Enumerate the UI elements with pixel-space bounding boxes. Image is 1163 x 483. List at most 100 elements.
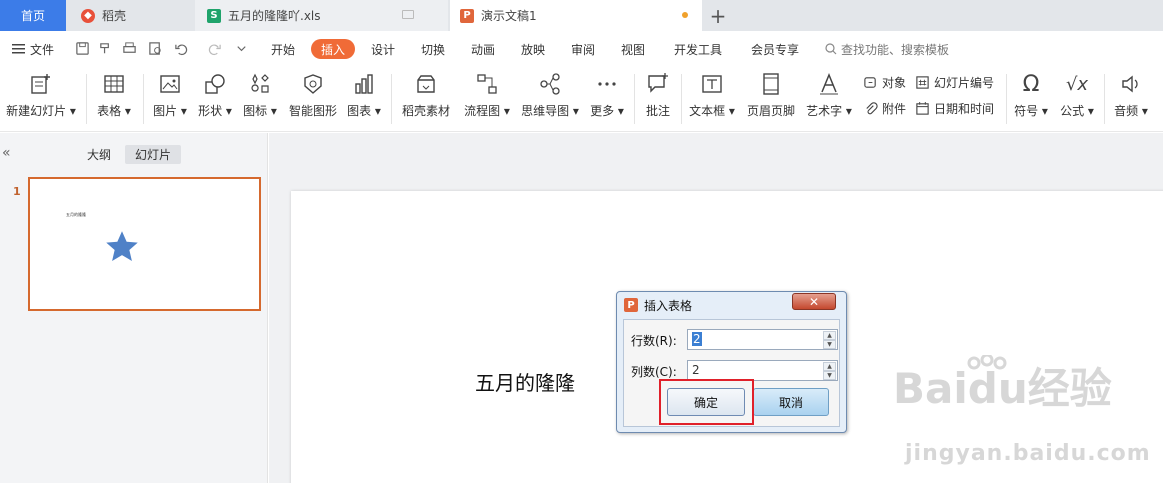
attachment-button[interactable]: 附件 xyxy=(862,97,906,119)
calendar-icon xyxy=(915,101,929,115)
rows-spinner[interactable]: 2 ▲ ▼ xyxy=(687,329,838,350)
menu-review[interactable]: 审阅 xyxy=(566,39,600,59)
icon-label: 图标 xyxy=(243,104,268,118)
datetime-button[interactable]: 日期和时间 xyxy=(914,97,994,119)
tab-home[interactable]: 首页 xyxy=(0,0,66,31)
print-preview-icon[interactable] xyxy=(148,41,163,56)
smart-graphic-button[interactable]: 智能图形 xyxy=(287,70,339,126)
tab-presentation[interactable]: P 演示文稿1 xyxy=(450,0,702,31)
baidu-watermark-url: jingyan.baidu.com xyxy=(905,441,1151,466)
menu-review-label: 审阅 xyxy=(570,42,595,57)
comment-label: 批注 xyxy=(645,104,670,118)
menu-insert[interactable]: 插入 xyxy=(311,39,355,59)
collapse-panel-icon[interactable]: « xyxy=(2,145,11,161)
audio-label: 音频 xyxy=(1114,104,1139,118)
more-label: 更多 xyxy=(590,104,615,118)
close-button[interactable]: ✕ xyxy=(792,293,836,310)
header-footer-label: 页眉页脚 xyxy=(746,104,795,118)
header-footer-icon xyxy=(763,73,779,95)
slide-number-label: 幻灯片编号 xyxy=(934,75,995,90)
chart-button[interactable]: 图表 ▾ xyxy=(345,70,383,126)
print-icon[interactable] xyxy=(122,41,137,56)
tab-daoke[interactable]: ◆ 稻壳 xyxy=(67,0,193,31)
format-painter-icon[interactable] xyxy=(98,41,113,56)
slide-text[interactable]: 五月的隆隆 xyxy=(475,367,575,396)
menu-design[interactable]: 设计 xyxy=(366,39,400,59)
customize-dropdown-icon[interactable] xyxy=(234,41,249,56)
icons-library-icon xyxy=(251,73,269,93)
table-label: 表格 xyxy=(97,104,122,118)
picture-button[interactable]: 图片 ▾ xyxy=(150,70,190,126)
table-icon xyxy=(104,75,124,93)
shape-label: 形状 xyxy=(198,104,223,118)
object-button[interactable]: 对象 xyxy=(862,71,906,93)
hamburger-icon xyxy=(11,44,25,54)
menu-developer[interactable]: 开发工具 xyxy=(668,39,728,59)
formula-button[interactable]: √x 公式 ▾ xyxy=(1058,70,1096,126)
object-icon xyxy=(863,76,876,88)
rows-down-icon[interactable]: ▼ xyxy=(823,340,836,349)
slide-number-button[interactable]: 幻灯片编号 xyxy=(914,71,994,93)
menu-slideshow[interactable]: 放映 xyxy=(516,39,550,59)
search-box[interactable]: 查找功能、搜索模板 xyxy=(825,39,965,59)
mindmap-button[interactable]: 思维导图 ▾ xyxy=(520,70,580,126)
menu-start[interactable]: 开始 xyxy=(266,39,300,59)
save-icon[interactable] xyxy=(75,41,90,56)
cols-label: 列数(C): xyxy=(631,365,677,379)
wps-presentation-window: 首页 ◆ 稻壳 S 五月的隆隆吖.xls P 演示文稿1 + 文件 开始 插入 xyxy=(0,0,1163,483)
slide-thumbnail[interactable]: 五月的隆隆 xyxy=(28,177,261,311)
tab-xls-file[interactable]: S 五月的隆隆吖.xls xyxy=(195,0,448,31)
cancel-button[interactable]: 取消 xyxy=(753,388,829,416)
comment-button[interactable]: 批注 xyxy=(640,70,676,126)
chart-icon xyxy=(355,74,373,94)
tab-home-label: 首页 xyxy=(20,9,45,23)
audio-button[interactable]: 音频 ▾ xyxy=(1112,70,1150,126)
header-footer-button[interactable]: 页眉页脚 xyxy=(745,70,797,126)
menu-member[interactable]: 会员专享 xyxy=(745,39,805,59)
menu-member-label: 会员专享 xyxy=(750,42,799,57)
monitor-icon[interactable] xyxy=(402,10,414,19)
daoke-material-button[interactable]: 稻壳素材 xyxy=(400,70,452,126)
new-slide-button[interactable]: 新建幻灯片 ▾ xyxy=(6,70,76,126)
menu-view[interactable]: 视图 xyxy=(616,39,650,59)
menu-animation[interactable]: 动画 xyxy=(466,39,500,59)
textbox-icon xyxy=(702,75,722,93)
cols-down-icon[interactable]: ▼ xyxy=(823,371,836,380)
new-tab-button[interactable]: + xyxy=(708,0,728,31)
textbox-button[interactable]: 文本框 ▾ xyxy=(688,70,736,126)
icon-button[interactable]: 图标 ▾ xyxy=(240,70,280,126)
paw-watermark-icon xyxy=(967,355,1007,370)
redo-icon[interactable] xyxy=(207,41,222,56)
flowchart-icon xyxy=(477,74,497,94)
flowchart-label: 流程图 xyxy=(464,104,501,118)
insert-ribbon: 新建幻灯片 ▾ 表格 ▾ 图片 ▾ 形状 ▾ 图标 ▾ 智能图形 图表 ▾ 稻壳… xyxy=(0,66,1163,132)
tab-xls-label: 五月的隆隆吖.xls xyxy=(228,9,321,23)
menu-animation-label: 动画 xyxy=(470,42,495,57)
slides-panel: « 大纲 幻灯片 1 五月的隆隆 xyxy=(0,133,268,483)
more-button[interactable]: 更多 ▾ xyxy=(588,70,626,126)
shape-button[interactable]: 形状 ▾ xyxy=(195,70,235,126)
close-icon: ✕ xyxy=(808,294,820,309)
tab-outline[interactable]: 大纲 xyxy=(82,145,116,164)
undo-icon[interactable] xyxy=(174,41,189,56)
dialog-titlebar[interactable]: P 插入表格 ✕ xyxy=(617,292,846,318)
wordart-button[interactable]: 艺术字 ▾ xyxy=(805,70,853,126)
ribbon-separator xyxy=(1104,74,1105,124)
flowchart-button[interactable]: 流程图 ▾ xyxy=(463,70,511,126)
spreadsheet-icon: S xyxy=(207,8,221,23)
file-menu[interactable]: 文件 xyxy=(8,39,58,59)
search-placeholder: 查找功能、搜索模板 xyxy=(841,42,950,57)
ribbon-separator xyxy=(1006,74,1007,124)
symbol-button[interactable]: Ω 符号 ▾ xyxy=(1012,70,1050,126)
menu-transition[interactable]: 切换 xyxy=(416,39,450,59)
speaker-icon xyxy=(1122,75,1138,93)
ribbon-separator xyxy=(391,74,392,124)
table-button[interactable]: 表格 ▾ xyxy=(94,70,134,126)
rows-value: 2 xyxy=(692,332,702,346)
wordart-label: 艺术字 xyxy=(806,104,843,118)
tab-slides[interactable]: 幻灯片 xyxy=(125,145,181,164)
cols-spinner[interactable]: 2 ▲ ▼ xyxy=(687,360,838,381)
menu-developer-label: 开发工具 xyxy=(673,42,722,57)
formula-icon: √x xyxy=(1065,73,1089,95)
more-dots-icon xyxy=(598,82,616,86)
